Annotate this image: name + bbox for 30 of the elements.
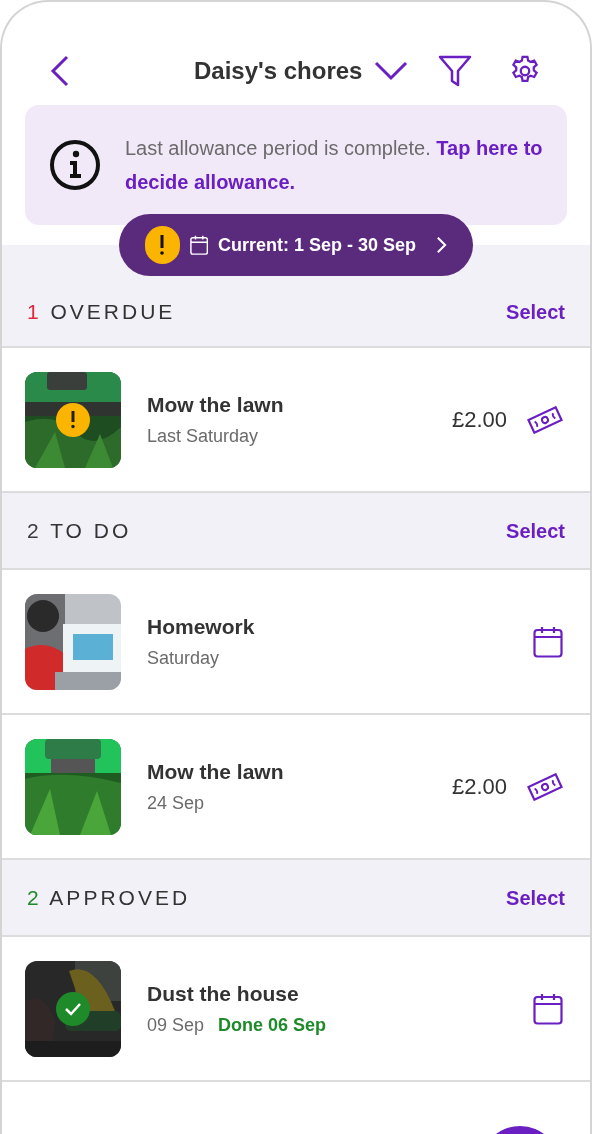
select-link[interactable]: Select bbox=[506, 297, 565, 327]
info-icon bbox=[49, 139, 101, 191]
chore-title: Mow the lawn bbox=[147, 759, 284, 786]
done-date: Done 06 Sep bbox=[218, 1013, 327, 1037]
allowance-banner[interactable]: Last allowance period is complete. Tap here to decide allowance. bbox=[25, 105, 567, 225]
calendar-icon bbox=[533, 625, 563, 658]
period-selector[interactable]: Current: 1 Sep - 30 Sep bbox=[119, 214, 473, 276]
due-date: Saturday bbox=[147, 646, 220, 670]
banknote-icon bbox=[527, 405, 563, 434]
filter-button[interactable] bbox=[438, 55, 472, 87]
chevron-down-icon bbox=[374, 61, 409, 81]
banner-message: Last allowance period is complete. Tap here to decide allowance. bbox=[125, 136, 543, 195]
calendar-icon bbox=[189, 234, 208, 256]
reward-amount: £2.00 bbox=[451, 406, 507, 434]
section-heading: 1 OVERDUE bbox=[27, 298, 176, 325]
section-heading: 2 APPROVED bbox=[27, 884, 191, 911]
due-date: 24 Sep bbox=[147, 791, 205, 815]
due-date: Last Saturday bbox=[147, 424, 259, 448]
section-heading: 2 TO DO bbox=[27, 517, 132, 544]
reward-amount: £2.00 bbox=[451, 773, 507, 801]
chore-title: Homework bbox=[147, 614, 255, 641]
title-dropdown[interactable]: Daisy's chores bbox=[194, 53, 409, 89]
chore-title: Dust the house bbox=[147, 981, 300, 1008]
banknote-icon bbox=[527, 772, 563, 801]
select-link[interactable]: Select bbox=[506, 882, 565, 913]
chevron-right-icon bbox=[436, 235, 447, 255]
chore-title: Mow the lawn bbox=[147, 392, 284, 419]
due-date: 09 Sep bbox=[147, 1013, 205, 1037]
select-link[interactable]: Select bbox=[506, 515, 565, 546]
calendar-icon bbox=[533, 992, 563, 1025]
